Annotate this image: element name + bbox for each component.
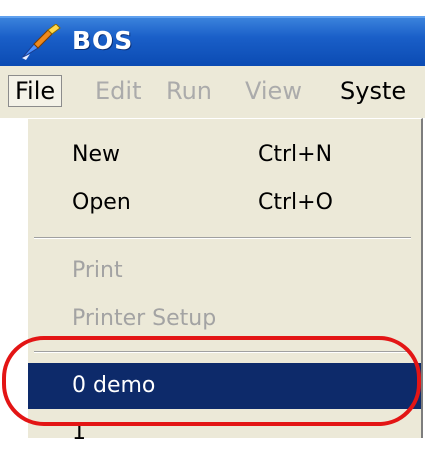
menu-item-recent-demo[interactable]: 0 demo (28, 363, 421, 409)
menu-item-open[interactable]: Open Ctrl+O (28, 181, 421, 225)
menu-item-recent-demo-label: 0 demo (72, 373, 156, 398)
menu-run[interactable]: Run (166, 76, 212, 106)
menu-separator (34, 351, 411, 353)
menu-item-print-label: Print (72, 258, 123, 283)
menu-item-new[interactable]: New Ctrl+N (28, 133, 421, 177)
window-title: BOS (72, 26, 134, 55)
menu-item-new-shortcut: Ctrl+N (258, 142, 333, 167)
menu-bar: File Edit Run View Syste (0, 66, 425, 118)
menu-item-printer-setup-label: Printer Setup (72, 306, 217, 331)
menu-separator (34, 237, 411, 239)
menu-item-new-label: New (72, 142, 120, 167)
menu-system[interactable]: Syste (340, 76, 406, 106)
menu-item-print[interactable]: Print (28, 249, 421, 293)
menu-edit[interactable]: Edit (95, 76, 141, 106)
menu-item-open-label: Open (72, 190, 131, 215)
menu-item-recent-1-label: 1 (72, 420, 86, 445)
menu-item-recent-1[interactable]: 1 (28, 411, 421, 455)
menu-item-printer-setup[interactable]: Printer Setup (28, 297, 421, 341)
screen-top-strip (0, 0, 425, 16)
menu-view[interactable]: View (245, 76, 302, 106)
paint-brush-icon (21, 24, 61, 60)
menu-file[interactable]: File (8, 75, 63, 107)
file-menu-dropdown: New Ctrl+N Open Ctrl+O Print Printer Set… (26, 118, 423, 445)
title-bar[interactable]: BOS (0, 16, 425, 66)
menu-item-open-shortcut: Ctrl+O (258, 190, 333, 215)
